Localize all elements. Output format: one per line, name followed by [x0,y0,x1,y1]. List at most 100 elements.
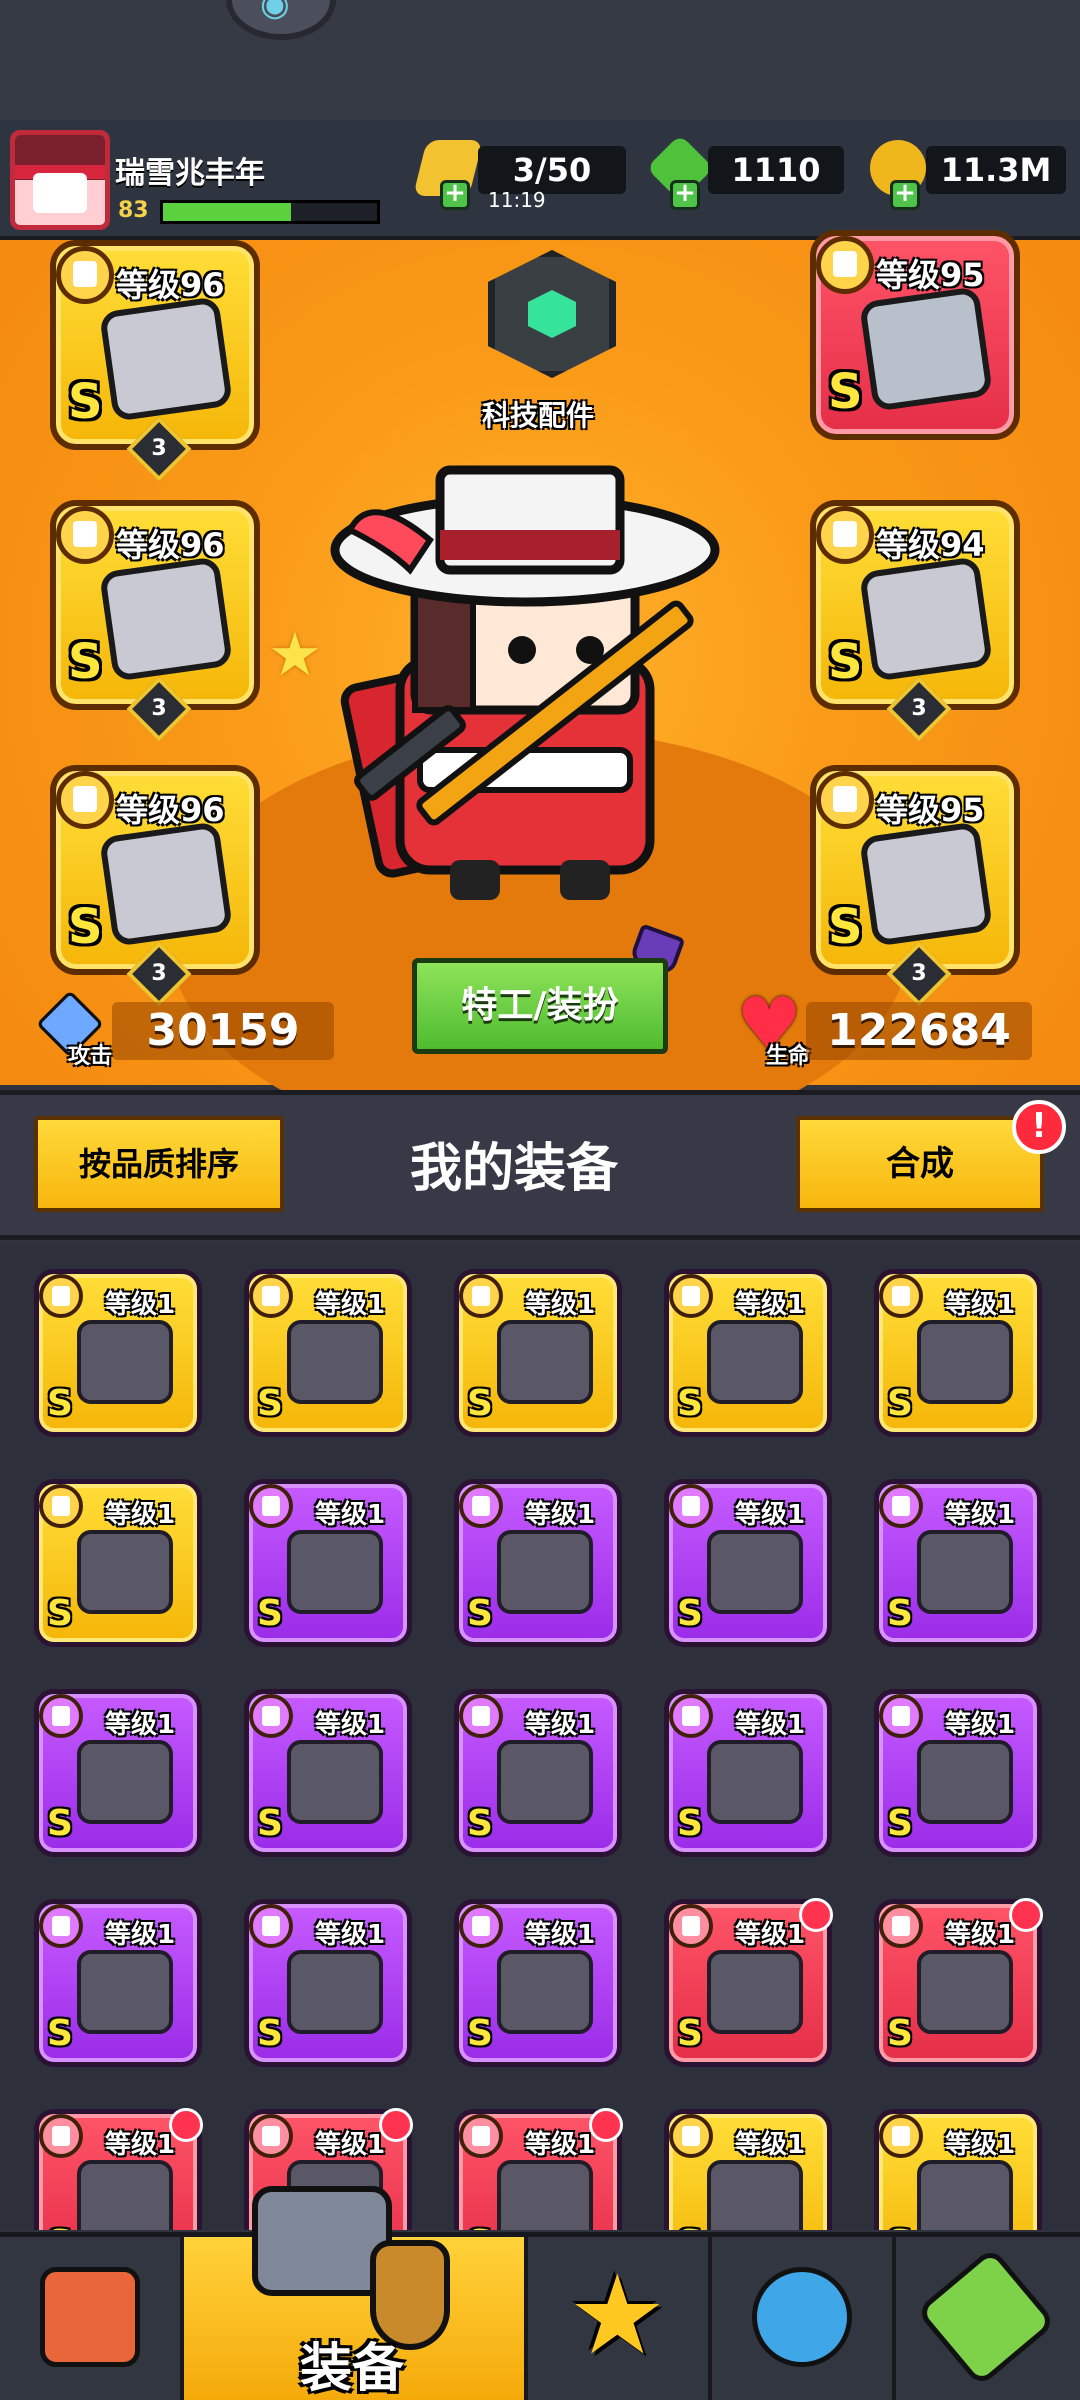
kunai-icon [707,1950,803,2034]
item-grade: S [467,1593,493,1634]
item-grade: S [467,1803,493,1844]
inventory-item[interactable]: 等级1 S [874,1898,1043,2067]
boot-icon [858,821,994,947]
item-category-icon [249,1274,293,1318]
inventory-item[interactable]: 等级1 S [454,1479,622,1647]
inventory-item[interactable]: 等级1 S [874,2109,1042,2230]
nav-tab-lab[interactable] [896,2237,1080,2400]
slot-grade: S [828,899,863,955]
item-category-icon [879,1484,923,1528]
item-level: 等级1 [945,1710,1016,1740]
slot-stars: 3 [151,436,167,461]
slot-category-icon [56,771,114,829]
equipped-slot[interactable]: 等级95 S 3 [810,765,1020,1007]
nav-tab-heroes[interactable]: ★ [528,2237,712,2400]
slot-level: 等级96 [116,526,225,564]
inventory-item[interactable]: 等级1 S [244,1479,412,1647]
item-grade: S [47,2223,73,2230]
slot-stars: 3 [151,961,167,986]
nav-tab-world[interactable] [712,2237,896,2400]
inventory-item[interactable]: 等级1 S [664,1269,832,1437]
equipped-slot[interactable]: 等级95 S [810,230,1020,440]
item-category-icon [39,1694,83,1738]
boot-icon [497,1950,593,2034]
inventory-item[interactable]: 等级1 S [664,1898,833,2067]
inventory-item[interactable]: 等级1 S [34,1479,202,1647]
inventory-item[interactable]: 等级1 S [244,1269,412,1437]
player-avatar[interactable] [10,130,110,230]
inventory-item[interactable]: 等级1 S [454,1899,622,2067]
item-category-icon [39,1274,83,1318]
item-level: 等级1 [735,1710,806,1740]
item-grade: S [677,1593,703,1634]
player-level: 83 [118,198,149,223]
slot-grade: S [828,634,863,690]
inventory-item[interactable]: 等级1 S [874,1689,1042,1857]
item-category-icon [669,1694,713,1738]
item-grade: S [677,1803,703,1844]
item-level: 等级1 [945,2130,1016,2160]
agent-costume-button[interactable]: 特工/装扮 [412,958,668,1054]
inventory-item[interactable]: 等级1 S [874,1269,1042,1437]
ring-icon [287,1740,383,1824]
merge-button[interactable]: 合成 [796,1116,1044,1212]
slot-category-icon [816,236,874,294]
add-gems-button[interactable]: + [670,180,700,210]
add-energy-button[interactable]: + [440,180,470,210]
energy-timer: 11:19 [488,188,546,212]
inventory-item[interactable]: 等级1 S [664,1479,832,1647]
item-category-icon [669,1904,713,1948]
inventory-item[interactable]: 等级1 S [34,2108,203,2230]
inventory-item[interactable]: 等级1 S [34,1899,202,2067]
new-badge-icon [1009,1898,1043,1932]
add-coins-button[interactable]: + [890,180,920,210]
item-grade: S [257,1383,283,1424]
energy-count: 3/50 [478,146,626,194]
item-grade: S [887,2223,913,2230]
inventory-item[interactable]: 等级1 S [454,2108,623,2230]
tech-parts-button[interactable] [478,250,628,400]
inventory-item[interactable]: 等级1 S [454,1689,622,1857]
item-grade: S [257,1803,283,1844]
equipped-slot[interactable]: 等级96 S 3 [50,765,260,1007]
item-category-icon [39,2114,83,2158]
belt-icon [917,1740,1013,1824]
inventory-item[interactable]: 等级1 S [664,2109,832,2230]
equipped-slot[interactable]: 等级96 S 3 [50,500,260,742]
item-grade: S [887,1593,913,1634]
gem-count: 1110 [708,146,844,194]
item-category-icon [879,1694,923,1738]
belt-icon [707,1740,803,1824]
item-level: 等级1 [315,1290,386,1320]
item-grade: S [47,1803,73,1844]
slot-grade: S [68,374,103,430]
inventory-item[interactable]: 等级1 S [244,1689,412,1857]
equipped-slot[interactable]: 等级96 S 3 [50,240,260,482]
item-grade: S [677,2223,703,2230]
slot-level: 等级95 [876,791,985,829]
vial-icon [915,2246,1057,2388]
item-level: 等级1 [735,1920,806,1950]
sort-by-quality-button[interactable]: 按品质排序 [34,1116,284,1212]
inventory-item[interactable]: 等级1 S [664,1689,832,1857]
slot-category-icon [56,246,114,304]
blaster-icon [77,1320,173,1404]
item-category-icon [459,1904,503,1948]
sparkle-icon: ★ [268,620,322,690]
nav-tab-shop[interactable] [0,2237,184,2400]
inventory-item[interactable]: 等级1 S [34,1689,202,1857]
belt-icon [77,2160,173,2230]
inventory-item[interactable]: 等级1 S [34,1269,202,1437]
item-level: 等级1 [735,2130,806,2160]
item-category-icon [879,1274,923,1318]
slot-stars: 3 [911,696,927,721]
armor-icon [917,1530,1013,1614]
slot-grade: S [68,634,103,690]
item-level: 等级1 [525,1290,596,1320]
inventory-item[interactable]: 等级1 S [244,1899,412,2067]
inventory-item[interactable]: 等级1 S [454,1269,622,1437]
equipped-slot[interactable]: 等级94 S 3 [810,500,1020,742]
glove-icon [77,1950,173,2034]
inventory-item[interactable]: 等级1 S [874,1479,1042,1647]
item-grade: S [887,2013,913,2054]
